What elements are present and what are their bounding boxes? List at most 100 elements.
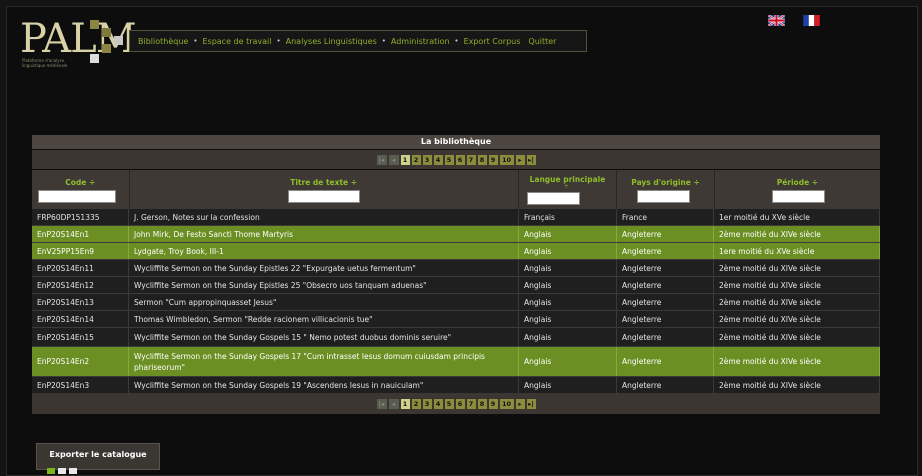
page-button[interactable]: 7	[466, 154, 476, 165]
logo-subtitle: Plateforme d'analyse linguistique médiév…	[22, 58, 68, 68]
page-button[interactable]: 6	[455, 398, 465, 409]
page-button[interactable]: 4	[433, 154, 443, 165]
logo-square	[114, 36, 123, 45]
period-cell: 1ere moitié du XVe siècle	[714, 243, 880, 259]
period-cell: 1er moitié du XVe siècle	[714, 209, 880, 225]
period-cell: 2ème moitié du XIVe siècle	[714, 311, 880, 327]
code-cell: EnP20S14En11	[32, 260, 129, 276]
column-header-pays[interactable]: Pays d'origine ÷	[617, 170, 715, 209]
column-header-titre[interactable]: Titre de texte ÷	[130, 170, 519, 209]
english-flag-icon[interactable]	[768, 15, 785, 26]
menu-espace-de-travail[interactable]: Espace de travail	[198, 37, 275, 46]
language-cell: Anglais	[519, 347, 617, 376]
menu-bibliotheque[interactable]: Bibliothèque	[134, 37, 192, 46]
palm-logo[interactable]: PALM Plateforme d'analyse linguistique m…	[20, 14, 137, 72]
language-cell: Anglais	[519, 377, 617, 393]
logo-square	[102, 44, 111, 53]
code-cell: EnP20S14En1	[32, 226, 129, 242]
last-page-button[interactable]: ▸|	[526, 154, 536, 165]
table-row[interactable]: EnP20S14En11 Wycliffite Sermon on the Su…	[32, 260, 880, 277]
title-cell: Wycliffite Sermon on the Sunday Gospels …	[129, 328, 519, 346]
code-cell: EnP20S14En14	[32, 311, 129, 327]
page-button[interactable]: 6	[455, 154, 465, 165]
language-cell: Anglais	[519, 260, 617, 276]
period-cell: 2ème moitié du XIVe siècle	[714, 377, 880, 393]
pdf-icon[interactable]	[58, 468, 66, 474]
country-cell: Angleterre	[617, 311, 714, 327]
column-header-periode[interactable]: Période ÷	[715, 170, 880, 209]
code-filter-input[interactable]	[38, 190, 116, 203]
table-header: Code ÷ Titre de texte ÷ Langue principal…	[32, 170, 880, 209]
table-row[interactable]: EnP20S14En3 Wycliffite Sermon on the Sun…	[32, 377, 880, 394]
code-cell: EnP20S14En13	[32, 294, 129, 310]
french-flag-icon[interactable]	[803, 15, 820, 26]
title-cell: Wycliffite Sermon on the Sunday Epistles…	[129, 277, 519, 293]
menu-quitter[interactable]: Quitter	[524, 37, 560, 46]
language-cell: Anglais	[519, 311, 617, 327]
pager-bottom: |◂ ◂ 1 2 3 4 5 6 7 8 9 10 ▸ ▸|	[32, 393, 880, 414]
column-label: Période ÷	[776, 178, 819, 187]
logo-square	[102, 28, 111, 37]
page-button[interactable]: 5	[444, 154, 454, 165]
table-row[interactable]: EnP20S14En12 Wycliffite Sermon on the Su…	[32, 277, 880, 294]
export-catalogue-title: Exporter le catalogue	[49, 450, 147, 459]
language-filter-input[interactable]	[526, 192, 580, 205]
page-button[interactable]: 2	[411, 398, 421, 409]
title-cell: Thomas Wimbledon, Sermon "Redde racionem…	[129, 311, 519, 327]
title-filter-input[interactable]	[287, 190, 360, 203]
page-button[interactable]: 1	[400, 398, 410, 409]
next-page-button[interactable]: ▸	[515, 398, 525, 409]
sort-glyph: ÷	[563, 183, 569, 190]
period-filter-input[interactable]	[771, 190, 825, 203]
last-page-button[interactable]: ▸|	[526, 398, 536, 409]
country-cell: Angleterre	[617, 277, 714, 293]
menu-export-corpus[interactable]: Export Corpus	[460, 37, 525, 46]
table-row[interactable]: EnP20S14En14 Thomas Wimbledon, Sermon "R…	[32, 311, 880, 328]
page-button[interactable]: 10	[499, 154, 514, 165]
first-page-button[interactable]: |◂	[376, 398, 387, 409]
first-page-button[interactable]: |◂	[376, 154, 387, 165]
page-button[interactable]: 5	[444, 398, 454, 409]
page-button[interactable]: 9	[488, 398, 498, 409]
next-page-button[interactable]: ▸	[515, 154, 525, 165]
page-button[interactable]: 3	[422, 398, 432, 409]
column-header-langue[interactable]: Langue principale ÷	[519, 170, 618, 209]
table-row[interactable]: EnV25PP15En9 Lydgate, Troy Book, III-1 A…	[32, 243, 880, 260]
document-icon[interactable]	[69, 468, 77, 474]
column-label: Titre de texte ÷	[290, 178, 358, 187]
country-cell: Angleterre	[617, 260, 714, 276]
page-button[interactable]: 7	[466, 398, 476, 409]
logo-square	[90, 54, 99, 63]
column-header-code[interactable]: Code ÷	[32, 170, 130, 209]
title-cell: Wycliffite Sermon on the Sunday Epistles…	[129, 260, 519, 276]
page-button[interactable]: 8	[477, 154, 487, 165]
language-cell: Anglais	[519, 328, 617, 346]
period-cell: 2ème moitié du XIVe siècle	[714, 260, 880, 276]
table-row[interactable]: EnP20S14En15 Wycliffite Sermon on the Su…	[32, 328, 880, 347]
table-row[interactable]: FRP60DP151335 J. Gerson, Notes sur la co…	[32, 209, 880, 226]
page-button[interactable]: 3	[422, 154, 432, 165]
country-cell: Angleterre	[617, 377, 714, 393]
menu-analyses-linguistiques[interactable]: Analyses Linguistiques	[282, 37, 381, 46]
page-button[interactable]: 8	[477, 398, 487, 409]
table-row[interactable]: EnP20S14En13 Sermon "Cum appropinquasset…	[32, 294, 880, 311]
column-label: Code ÷	[65, 178, 96, 187]
period-cell: 2ème moitié du XIVe siècle	[714, 226, 880, 242]
menu-administration[interactable]: Administration	[387, 37, 454, 46]
page-button[interactable]: 2	[411, 154, 421, 165]
page-button[interactable]: 4	[433, 398, 443, 409]
page-button[interactable]: 9	[488, 154, 498, 165]
table-row[interactable]: EnP20S14En1 John Mirk, De Festo Sancti T…	[32, 226, 880, 243]
language-cell: Français	[519, 209, 617, 225]
prev-page-button[interactable]: ◂	[388, 398, 399, 409]
excel-icon[interactable]	[47, 468, 55, 474]
page-button[interactable]: 10	[499, 398, 514, 409]
page-button[interactable]: 1	[400, 154, 410, 165]
country-cell: France	[617, 209, 714, 225]
country-filter-input[interactable]	[637, 190, 691, 203]
table-row[interactable]: EnP20S14En2 Wycliffite Sermon on the Sun…	[32, 347, 880, 377]
prev-page-button[interactable]: ◂	[388, 154, 399, 165]
country-cell: Angleterre	[617, 243, 714, 259]
code-cell: FRP60DP151335	[32, 209, 129, 225]
column-label: Pays d'origine ÷	[631, 178, 700, 187]
